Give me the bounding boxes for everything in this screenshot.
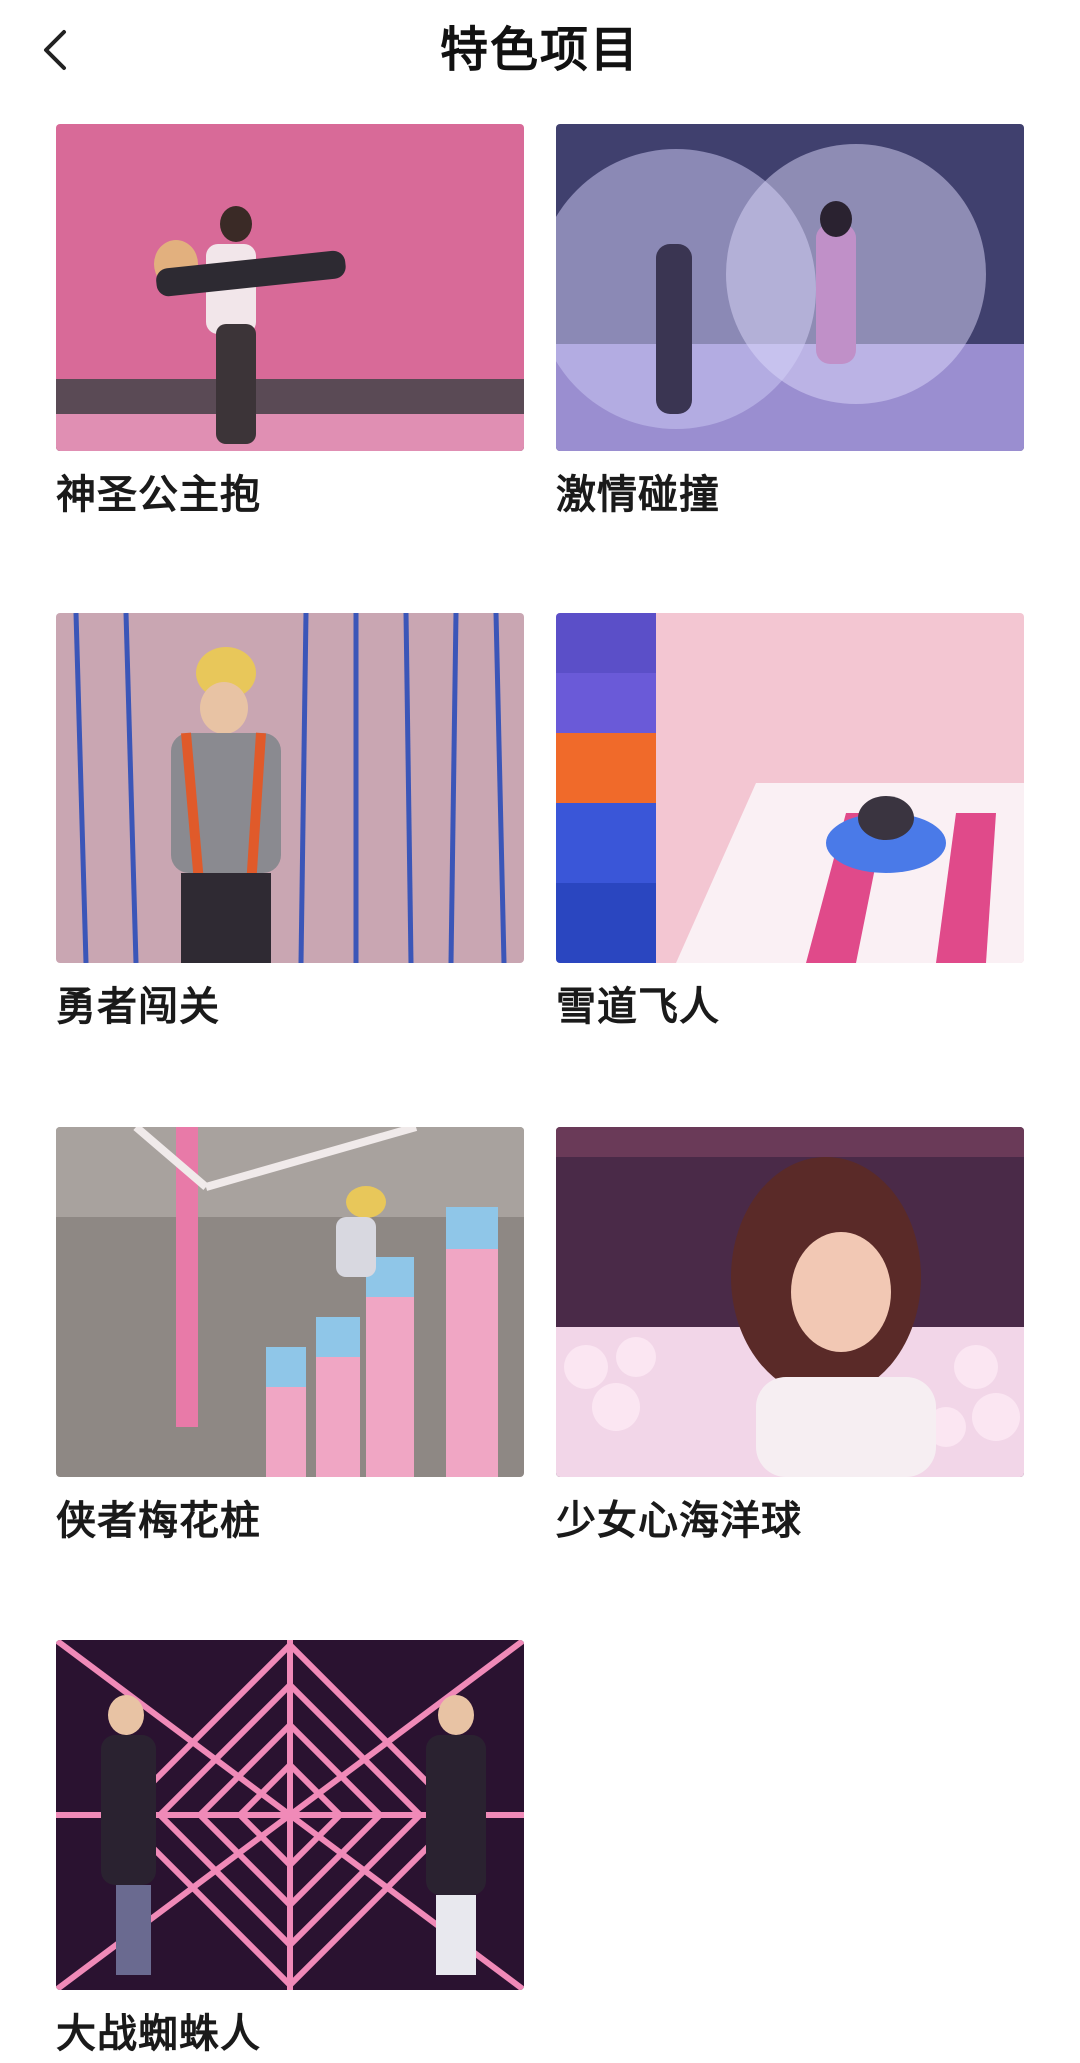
- header: 特色项目: [0, 0, 1080, 100]
- project-card-ninja-course[interactable]: 勇者闯关: [56, 613, 524, 1035]
- project-image: [556, 1127, 1024, 1477]
- project-card-plum-pillars[interactable]: 侠者梅花桩: [56, 1127, 524, 1549]
- project-label: 神圣公主抱: [56, 472, 261, 518]
- project-label: 少女心海洋球: [556, 1498, 802, 1544]
- project-image: [56, 1127, 524, 1477]
- project-label: 大战蜘蛛人: [56, 2011, 261, 2057]
- project-image: [56, 124, 524, 451]
- project-label: 激情碰撞: [556, 472, 720, 518]
- project-card-snow-slide[interactable]: 雪道飞人: [556, 613, 1024, 1035]
- project-label: 勇者闯关: [56, 984, 220, 1030]
- project-image: [556, 613, 1024, 963]
- project-image: [56, 613, 524, 963]
- project-card-bumper-ball[interactable]: 激情碰撞: [556, 124, 1024, 523]
- project-card-spiderman[interactable]: 大战蜘蛛人: [56, 1640, 524, 2062]
- page-title: 特色项目: [439, 22, 640, 78]
- project-card-ball-pit[interactable]: 少女心海洋球: [556, 1127, 1024, 1549]
- project-label: 雪道飞人: [556, 984, 720, 1030]
- project-image: [556, 124, 1024, 451]
- project-image: [56, 1640, 524, 1990]
- project-label: 侠者梅花桩: [56, 1498, 261, 1544]
- project-card-princess-carry[interactable]: 神圣公主抱: [56, 124, 524, 523]
